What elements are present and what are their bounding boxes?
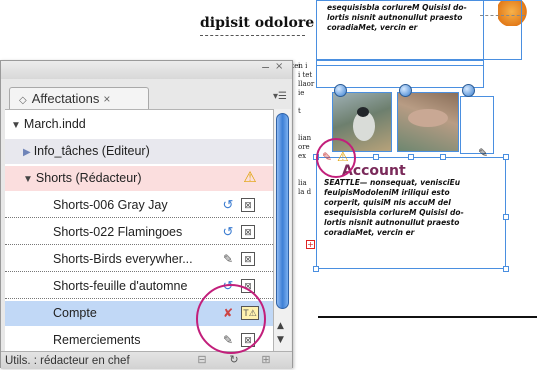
doc-fragment: lia [298,179,307,187]
frame-handle[interactable] [503,266,509,272]
pencil-icon: ✎ [478,146,489,160]
assignment-label: Shorts-feuille d'automne [53,279,188,293]
frame-text-line: coradiaMet, vercin er [324,228,415,237]
expand-triangle-icon[interactable]: ▼ [23,167,33,192]
link-icon[interactable] [334,84,347,97]
link-icon: ↺ [222,197,234,212]
frame-guide [480,15,525,16]
text-box-icon: ⊠ [241,225,255,239]
doc-fragment: ie [298,89,305,97]
frame-handle[interactable] [373,154,379,160]
assignment-label: Compte [53,306,97,320]
assignment-row[interactable]: Shorts-006 Gray Jay ↺ ⊠ [5,193,273,218]
doc-fragment: la d [298,188,312,196]
highlight-ring [316,138,356,178]
highlight-ring [196,284,266,354]
assignment-label: Remerciements [53,333,141,347]
doc-fragment [298,170,314,179]
tab-affectations[interactable]: ◇ Affectations × [9,87,149,109]
update-content-icon[interactable]: ⊟ [193,353,211,368]
doc-fragment: i tet [298,71,313,79]
scroll-thumb[interactable] [276,113,289,309]
collapse-triangle-icon[interactable]: ▶ [23,140,31,165]
pencil-icon: ✎ [222,252,234,266]
assignment-label: Shorts-Birds everywher... [53,252,193,266]
doc-fragment: t [298,107,301,115]
overset-text-icon[interactable]: + [306,240,315,249]
link-icon: ↺ [222,224,234,239]
text-frame-outline [316,0,484,66]
relink-icon[interactable]: ↻ [225,353,243,368]
panel-titlebar[interactable]: − × [1,61,292,79]
current-user-label: Utils. : rédacteur en chef [5,355,130,367]
expand-triangle-icon[interactable]: ▼ [11,113,21,138]
assignment-row[interactable]: Shorts-022 Flamingoes ↺ ⊠ [5,220,273,245]
frame-text-line: lortis nisnit autnonullut praesto [324,218,460,227]
close-icon[interactable]: × [275,61,283,72]
scrollbar[interactable]: ▲ ▼ [273,109,291,351]
frame-handle[interactable] [440,154,446,160]
scroll-up-icon[interactable]: ▲ [277,321,284,331]
doc-fragment: lian [298,134,312,142]
frame-text-line: corperit, quisiM nis accuM del [324,198,451,207]
warning-icon: ⚠ [243,169,257,186]
assignment-row[interactable]: ▼ March.indd [5,112,273,137]
assignment-row[interactable]: ▼ Shorts (Rédacteur) ⚠ [5,166,273,191]
new-assignment-icon[interactable]: ⊞ [257,353,275,368]
doc-fragment: ore [298,143,310,151]
doc-fragment [298,161,314,170]
link-icon[interactable] [462,84,475,97]
doc-column-fragments: ii tet llaor ie t lian ore ex lia la d [298,62,314,197]
assignment-label: Shorts (Rédacteur) [35,171,142,185]
text-box-icon: ⊠ [241,198,255,212]
doc-heading: dipisit odolore [200,15,315,31]
tab-label: Affectations [31,91,100,106]
minimize-icon[interactable]: − [261,61,270,74]
image-flamingoes[interactable] [397,92,459,152]
frame-text-line: SEATTLE— nonsequat, venisciEu [324,178,461,187]
assignment-row[interactable]: Shorts-Birds everywher... ✎ ⊠ [5,247,273,272]
panel-menu-icon[interactable]: ▾☰ [273,91,287,102]
frame-handle[interactable] [313,266,319,272]
image-frame-right[interactable] [460,96,494,154]
link-icon[interactable] [399,84,412,97]
doc-fragment: ex [298,152,307,160]
frame-handle[interactable] [503,214,509,220]
doc-fragment [298,116,314,125]
frame-text-line: esequisisbla corlureM Quisisl do- [324,208,464,217]
assignment-label: Shorts-022 Flamingoes [53,225,183,239]
tab-close-icon[interactable]: × [103,92,110,106]
doc-divider [200,35,305,36]
frame-body-text: SEATTLE— nonsequat, venisciEu feuipisModo… [324,178,464,238]
assignment-label: Info_tâches (Editeur) [33,144,150,158]
frame-handle[interactable] [503,154,509,160]
doc-rule [318,316,537,318]
frame-text-line: feuipisModoleniM iriliqui esto [324,188,450,197]
doc-fragment [298,125,314,134]
panel-footer: Utils. : rédacteur en chef ⊟ ↻ ⊞ [1,351,292,369]
text-box-icon: ⊠ [241,252,255,266]
assignment-label: Shorts-006 Gray Jay [53,198,168,212]
doc-fragment: llaor [298,80,315,88]
diamond-icon: ◇ [19,95,27,106]
scroll-down-icon[interactable]: ▼ [277,335,284,345]
frame-handle[interactable] [408,154,414,160]
assignment-row[interactable]: ▶ Info_tâches (Editeur) [5,139,273,164]
assignment-label: March.indd [23,117,86,131]
doc-fragment: i [298,62,301,70]
doc-fragment [298,98,314,107]
